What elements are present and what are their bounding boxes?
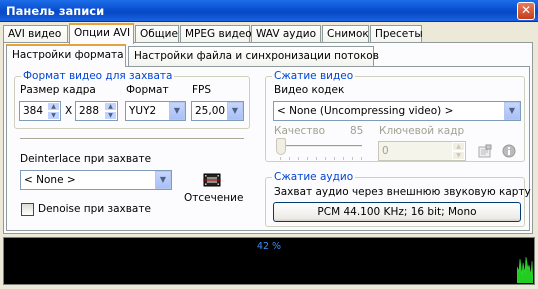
quality-value: 85 (350, 125, 364, 137)
close-button[interactable]: ✕ (517, 2, 535, 20)
fps-value: 25,00 (195, 105, 226, 117)
crop-button[interactable]: Отсечение (179, 171, 244, 205)
quality-slider-ticks (280, 157, 366, 161)
audio-format-button[interactable]: PCM 44.100 KHz; 16 bit; Mono (273, 202, 521, 222)
audio-compression-group-title: Сжатие аудио (272, 171, 356, 183)
audio-compression-group: Сжатие аудио Захват аудио через внешнюю … (265, 171, 531, 227)
tab-general[interactable]: Общие (135, 25, 179, 43)
tab-avi-video[interactable]: AVI видео (3, 25, 68, 43)
video-format-group: Формат видео для захвата Размер кадра 38… (14, 70, 250, 129)
chevron-down-icon[interactable]: ▼ (227, 102, 243, 120)
format-value: YUY2 (129, 105, 157, 117)
video-format-group-title: Формат видео для захвата (21, 70, 175, 82)
subtab-format-settings[interactable]: Настройки формата (6, 44, 126, 67)
chevron-down-icon[interactable]: ▼ (169, 102, 185, 120)
denoise-label: Denoise при захвате (38, 203, 151, 215)
level-monitor: 42 % (3, 237, 535, 285)
divider (20, 138, 244, 140)
spin-up-icon[interactable]: ▲ (452, 142, 465, 151)
window-title: Панель записи (6, 4, 105, 18)
spin-up-icon[interactable]: ▲ (47, 102, 60, 111)
size-separator: X (65, 105, 73, 117)
format-settings-panel: Формат видео для захвата Размер кадра 38… (6, 66, 531, 231)
tab-mpeg-video[interactable]: MPEG видео (180, 25, 252, 43)
fps-select[interactable]: 25,00 ▼ (191, 101, 244, 121)
video-compression-group: Сжатие видео Видео кодек < None (Uncompr… (265, 70, 525, 162)
info-icon[interactable] (502, 144, 516, 158)
chevron-down-icon[interactable]: ▼ (155, 171, 171, 189)
properties-icon[interactable] (478, 144, 492, 158)
format-select[interactable]: YUY2 ▼ (125, 101, 186, 121)
deinterlace-select[interactable]: < None > ▼ (20, 170, 172, 190)
subtab-file-sync-settings[interactable]: Настройки файла и синхронизации потоков (128, 46, 379, 66)
avi-options-panel: Настройки формата Настройки файла и синх… (3, 42, 533, 234)
frame-height-spinner[interactable]: 288 ▲ ▼ (75, 101, 118, 121)
chevron-down-icon[interactable]: ▼ (504, 102, 520, 120)
frame-width-value: 384 (23, 105, 44, 117)
frame-width-spinner[interactable]: 384 ▲ ▼ (19, 101, 61, 121)
audio-level-meter (517, 256, 533, 283)
video-compression-group-title: Сжатие видео (272, 70, 356, 82)
spin-down-icon[interactable]: ▼ (452, 151, 465, 160)
keyframe-spinner[interactable]: 0 ▲ ▼ (378, 141, 466, 161)
spin-down-icon[interactable]: ▼ (47, 111, 60, 120)
crop-label: Отсечение (184, 192, 244, 204)
format-label: Формат (126, 84, 169, 96)
progress-percent: 42 % (256, 241, 282, 252)
title-bar: Панель записи ✕ (0, 0, 538, 22)
audio-capture-description: Захват аудио через внешнюю звуковую карт… (274, 186, 531, 198)
quality-slider-track (276, 145, 362, 148)
fps-label: FPS (192, 84, 212, 96)
video-codec-label: Видео кодек (274, 84, 345, 96)
denoise-checkbox[interactable] (21, 203, 34, 216)
tab-wav-audio[interactable]: WAV аудио (251, 25, 321, 43)
film-crop-icon (203, 173, 221, 187)
video-codec-value: < None (Uncompressing video) > (277, 105, 454, 117)
frame-height-value: 288 (79, 105, 100, 117)
deinterlace-value: < None > (24, 174, 76, 186)
tab-presets[interactable]: Пресеты (370, 25, 423, 43)
keyframe-value: 0 (382, 145, 389, 157)
deinterlace-label: Deinterlace при захвате (20, 153, 152, 165)
spin-up-icon[interactable]: ▲ (104, 102, 117, 111)
tab-snapshot[interactable]: Снимок (322, 25, 369, 43)
video-codec-select[interactable]: < None (Uncompressing video) > ▼ (273, 101, 521, 121)
close-icon: ✕ (520, 3, 532, 17)
quality-slider-thumb[interactable] (276, 138, 286, 155)
spin-down-icon[interactable]: ▼ (104, 111, 117, 120)
keyframe-label: Ключевой кадр (379, 125, 465, 137)
quality-label: Качество (274, 125, 326, 137)
frame-size-label: Размер кадра (20, 84, 96, 96)
tab-avi-options[interactable]: Опции AVI (69, 23, 134, 44)
